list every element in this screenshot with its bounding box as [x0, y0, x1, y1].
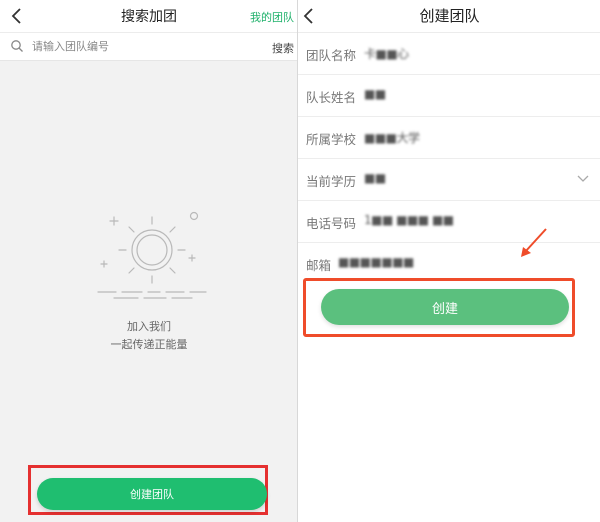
- form-label: 队长姓名: [306, 90, 357, 105]
- form-label: 邮箱: [306, 258, 332, 273]
- phone-row[interactable]: 电话号码 1■■ ■■■ ■■: [298, 201, 600, 243]
- chevron-down-icon[interactable]: [577, 174, 589, 184]
- education-row[interactable]: 当前学历 ■■: [298, 159, 600, 201]
- empty-state-subtitle: 一起传递正能量: [110, 338, 188, 351]
- search-join-team-screen: 搜索加团 我的团队 搜索: [0, 0, 298, 522]
- team-name-field[interactable]: 卡■■心: [364, 45, 409, 62]
- page-title: 创建团队: [419, 7, 480, 25]
- create-button[interactable]: 创建: [321, 289, 569, 325]
- school-row[interactable]: 所属学校 ■■■大学: [298, 117, 600, 159]
- school-field[interactable]: ■■■大学: [364, 129, 420, 146]
- phone-field[interactable]: 1■■ ■■■ ■■: [364, 213, 454, 227]
- empty-state-title: 加入我们: [127, 320, 171, 333]
- form-label: 所属学校: [306, 132, 357, 147]
- annotation-arrow-icon: [521, 228, 547, 257]
- form-label: 团队名称: [306, 48, 357, 63]
- captain-name-row[interactable]: 队长姓名 ■■: [298, 75, 600, 117]
- top-nav-bar: 搜索加团 我的团队: [0, 0, 298, 33]
- create-team-screen: 创建团队 团队名称 卡■■心 队长姓名 ■■ 所属学校 ■■■大学 当前学历 ■…: [297, 0, 600, 522]
- top-nav-bar: 创建团队: [298, 0, 600, 33]
- sun-icon: [97, 211, 207, 299]
- team-number-input[interactable]: [32, 37, 252, 55]
- search-bar: 搜索: [0, 33, 298, 61]
- email-field[interactable]: ■■■■■■■: [338, 255, 414, 269]
- search-button[interactable]: 搜索: [272, 40, 294, 56]
- captain-name-field[interactable]: ■■: [364, 87, 386, 101]
- team-name-row[interactable]: 团队名称 卡■■心: [298, 33, 600, 75]
- form-label: 当前学历: [306, 174, 357, 189]
- education-select[interactable]: ■■: [364, 171, 386, 185]
- create-team-button[interactable]: 创建团队: [37, 478, 267, 510]
- form-label: 电话号码: [306, 216, 357, 231]
- search-icon: [11, 40, 23, 52]
- my-team-link[interactable]: 我的团队: [250, 9, 294, 25]
